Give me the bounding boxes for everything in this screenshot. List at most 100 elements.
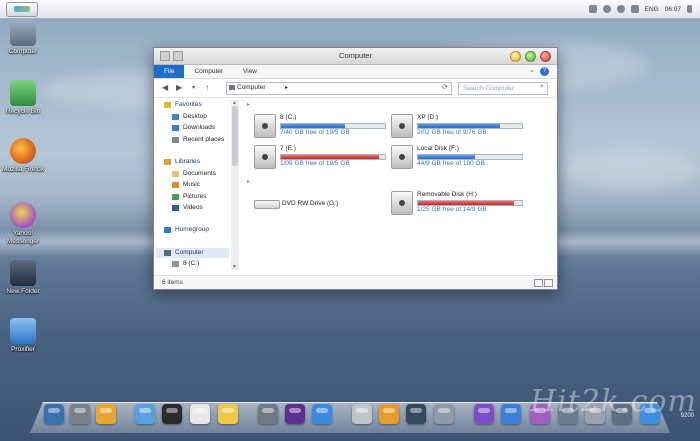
dock-app-icon[interactable]: [135, 404, 155, 424]
recent-locations-icon[interactable]: ▾: [192, 84, 195, 91]
back-icon[interactable]: ◀: [162, 83, 168, 92]
nav-item-homegroup[interactable]: Homegroup: [156, 225, 229, 235]
dock-app-icon[interactable]: [96, 404, 116, 424]
close-button[interactable]: [540, 51, 551, 62]
nav-item-recent-places[interactable]: Recent places: [156, 135, 229, 145]
desktop-icon-new-folder[interactable]: New Folder: [0, 260, 46, 296]
drive-usage-fill: [418, 155, 476, 159]
navigation-bar: ◀ ▶ ▾ ↑ Computer ▸ ⟳ Search Computer ⌕: [154, 79, 557, 98]
show-desktop-icon[interactable]: [687, 5, 692, 13]
nav-item-favorites[interactable]: Favorites: [156, 100, 229, 110]
network-icon[interactable]: [602, 5, 611, 13]
title-bar[interactable]: Computer: [154, 48, 557, 65]
clock[interactable]: 06:07: [665, 6, 681, 13]
maximize-button[interactable]: [525, 51, 536, 62]
desktop-icon-computer[interactable]: Computer: [0, 20, 46, 56]
minimize-button[interactable]: [510, 51, 521, 62]
tab-computer[interactable]: Computer: [184, 65, 233, 78]
nav-item-label: Favorites: [175, 101, 202, 108]
nav-item-label: 8 (C:): [183, 260, 200, 267]
dock-app-icon[interactable]: [474, 404, 494, 424]
nav-item-downloads[interactable]: Downloads: [156, 123, 229, 133]
firefox-icon: [10, 138, 36, 164]
drive-8-c[interactable]: 8 (C:) 7/40 GB free of 19/5 GB: [254, 114, 389, 138]
scroll-down-icon[interactable]: ▼: [232, 264, 237, 270]
dock-app-icon[interactable]: [162, 404, 182, 424]
tab-view[interactable]: View: [233, 65, 267, 78]
dock-app-icon[interactable]: [44, 404, 64, 424]
drive-local-disk-f[interactable]: Local Disk (F:) 44/9 GB free of 100 GB: [391, 145, 526, 169]
item-count: 6 items: [162, 279, 183, 286]
drive-xp-d[interactable]: XP (D:) 2/02 GB free of 9/76 GB: [391, 114, 526, 138]
nav-item-label: Desktop: [183, 113, 207, 120]
drive-free-space: 1/09 GB free of 19/5 GB: [280, 160, 350, 167]
section-arrow-icon[interactable]: ▸: [247, 101, 250, 108]
status-bar: 6 items: [154, 275, 557, 289]
navigation-pane-scrollbar[interactable]: ▲ ▼: [231, 100, 239, 270]
star-icon: [164, 102, 171, 108]
nav-item-label: Libraries: [175, 158, 200, 165]
wifi-icon[interactable]: [616, 5, 625, 13]
tab-file[interactable]: File: [154, 65, 185, 78]
drive-name: Local Disk (F:): [417, 145, 459, 152]
drive-name: 7 (E:): [280, 145, 296, 152]
nav-item-videos[interactable]: Videos: [156, 203, 229, 213]
address-bar[interactable]: Computer ▸ ⟳: [226, 82, 452, 95]
nav-item-libraries[interactable]: Libraries: [156, 157, 229, 167]
nav-item-desktop[interactable]: Desktop: [156, 112, 229, 122]
desktop-icon-recycle-bin[interactable]: Recycle Bin: [0, 80, 46, 116]
recent-places-icon: [172, 137, 179, 143]
search-icon[interactable]: ⌕: [540, 83, 544, 91]
dock-app-icon[interactable]: [190, 404, 210, 424]
large-icons-view-icon[interactable]: [544, 279, 553, 287]
nav-item-documents[interactable]: Documents: [156, 169, 229, 179]
build-number: 9200: [680, 413, 694, 419]
search-box[interactable]: Search Computer ⌕: [458, 82, 548, 95]
volume-icon[interactable]: [630, 5, 639, 13]
nav-item-pictures[interactable]: Pictures: [156, 192, 229, 202]
nav-item-computer[interactable]: Computer: [156, 248, 229, 258]
up-icon[interactable]: ↑: [205, 83, 209, 92]
details-view-icon[interactable]: [534, 279, 543, 287]
computer-icon: [10, 20, 36, 46]
help-icon[interactable]: ?: [540, 67, 549, 76]
dock-app-icon[interactable]: [70, 404, 90, 424]
start-button[interactable]: [6, 2, 38, 17]
dock-app-icon[interactable]: [406, 404, 426, 424]
downloads-icon: [172, 125, 179, 131]
dock-app-icon[interactable]: [434, 404, 454, 424]
desktop-icon-label: New Folder: [6, 288, 40, 295]
language-indicator[interactable]: ENG: [645, 6, 659, 13]
computer-small-icon: [229, 85, 235, 90]
breadcrumb-computer[interactable]: Computer: [237, 84, 266, 91]
dvd-drive[interactable]: DVD RW Drive (G:): [254, 199, 394, 213]
dock-app-icon[interactable]: [501, 404, 521, 424]
breadcrumb-chevron-icon[interactable]: ▸: [285, 84, 288, 91]
drive-removable-disk-h[interactable]: Removable Disk (H:) 1/25 GB free of 14/9 …: [391, 191, 526, 215]
dock-app-icon[interactable]: [312, 404, 332, 424]
refresh-icon[interactable]: ⟳: [442, 83, 448, 91]
nav-item-8-c[interactable]: 8 (C:): [156, 259, 229, 269]
dock-app-icon[interactable]: [285, 404, 305, 424]
dock-app-icon[interactable]: [379, 404, 399, 424]
top-bar: ENG 06:07: [0, 0, 700, 19]
drive-usage-fill: [281, 155, 379, 159]
scroll-thumb[interactable]: [232, 106, 238, 166]
battery-icon[interactable]: [588, 5, 597, 13]
section-arrow-icon[interactable]: ▸: [247, 178, 250, 185]
homegroup-icon: [164, 227, 171, 233]
dock-app-icon[interactable]: [352, 404, 372, 424]
nav-item-label: Music: [183, 181, 200, 188]
desktop-icon-proxifier[interactable]: Proxifier: [0, 318, 46, 354]
expand-ribbon-icon[interactable]: ⌄: [529, 66, 535, 74]
dock-app-icon[interactable]: [258, 404, 278, 424]
forward-icon[interactable]: ▶: [176, 83, 182, 92]
desktop-icon-label: Recycle Bin: [5, 108, 41, 115]
desktop-icon-yahoo-messenger[interactable]: Yahoo! Messenger: [0, 202, 46, 245]
dvd-drive-name: DVD RW Drive (G:): [282, 200, 339, 207]
nav-item-label: Pictures: [183, 193, 207, 200]
drive-7-e[interactable]: 7 (E:) 1/09 GB free of 19/5 GB: [254, 145, 389, 169]
desktop-icon-firefox[interactable]: Mozilla Firefox: [0, 138, 46, 174]
nav-item-music[interactable]: Music: [156, 180, 229, 190]
dock-app-icon[interactable]: [218, 404, 238, 424]
